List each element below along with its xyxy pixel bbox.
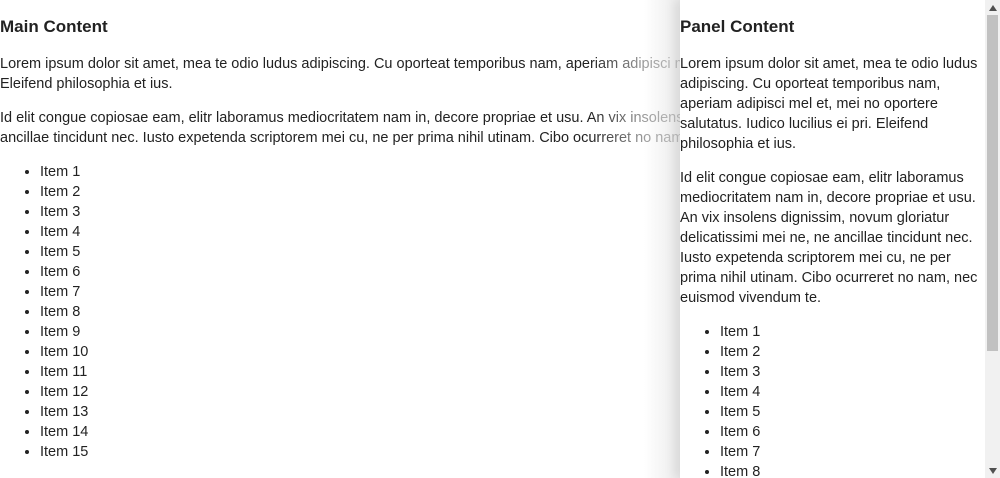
panel-scrollbar[interactable] (985, 0, 1000, 478)
scroll-down-button[interactable] (985, 463, 1000, 478)
list-item: Item 6 (720, 422, 985, 442)
list-item: Item 2 (720, 342, 985, 362)
list-item: Item 8 (720, 462, 985, 478)
side-panel[interactable]: Panel Content Lorem ipsum dolor sit amet… (680, 0, 985, 478)
panel-shadow-fade (590, 0, 680, 478)
scroll-thumb[interactable] (987, 15, 998, 351)
panel-item-list: Item 1 Item 2 Item 3 Item 4 Item 5 Item … (680, 322, 985, 478)
triangle-down-icon (988, 467, 997, 474)
scroll-up-button[interactable] (985, 0, 1000, 15)
list-item: Item 4 (720, 382, 985, 402)
panel-paragraph-2: Id elit congue copiosae eam, elitr labor… (680, 170, 978, 306)
list-item: Item 7 (720, 442, 985, 462)
panel-title: Panel Content (680, 17, 795, 36)
triangle-up-icon (988, 4, 997, 11)
list-item: Item 3 (720, 362, 985, 382)
panel-paragraph-1: Lorem ipsum dolor sit amet, mea te odio … (680, 56, 978, 152)
list-item: Item 5 (720, 402, 985, 422)
list-item: Item 1 (720, 322, 985, 342)
